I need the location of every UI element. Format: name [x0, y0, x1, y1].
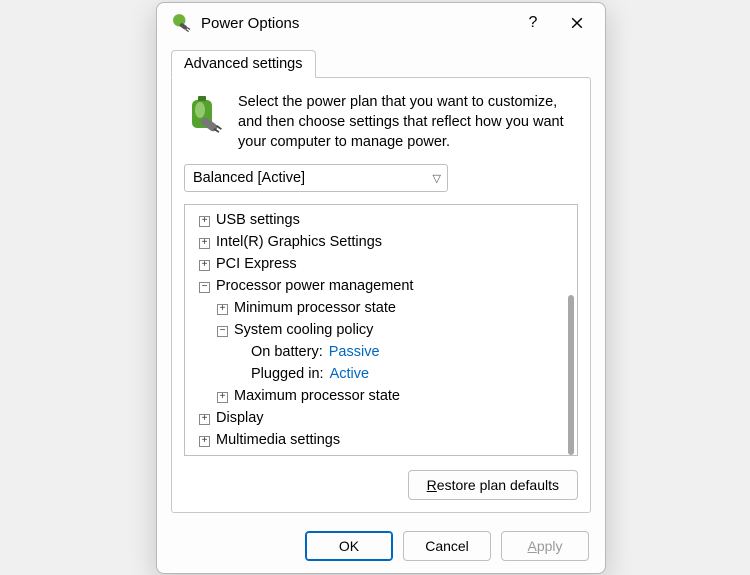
restore-plan-defaults-button[interactable]: Restore plan defaults [408, 470, 578, 500]
tree-node-usb[interactable]: + USB settings [189, 209, 575, 231]
settings-tree-container: + USB settings + Intel(R) Graphics Setting… [184, 204, 578, 456]
tab-panel: Select the power plan that you want to c… [171, 77, 591, 513]
close-button[interactable] [555, 7, 599, 39]
tree-label: System cooling policy [234, 322, 373, 338]
cancel-label: Cancel [425, 538, 469, 554]
collapse-icon[interactable]: − [217, 326, 228, 337]
expand-icon[interactable]: + [217, 392, 228, 403]
tree-node-max-processor-state[interactable]: + Maximum processor state [189, 385, 575, 407]
setting-key: On battery: [251, 344, 323, 360]
expand-icon[interactable]: + [199, 216, 210, 227]
power-plug-icon [171, 12, 193, 34]
tree-label: USB settings [216, 212, 300, 228]
cancel-button[interactable]: Cancel [403, 531, 491, 561]
power-plan-select[interactable]: Balanced [Active] ▽ [184, 164, 448, 192]
settings-tree[interactable]: + USB settings + Intel(R) Graphics Setting… [185, 205, 577, 455]
client-area: Advanced settings Select the power plan … [157, 43, 605, 523]
tree-label: Multimedia settings [216, 432, 340, 448]
tree-leaf-cooling-on-battery[interactable]: On battery: Passive [189, 341, 575, 363]
expand-icon[interactable]: + [199, 414, 210, 425]
tree-node-processor-power[interactable]: −Processor power management [189, 275, 575, 297]
restore-label-rest: estore plan defaults [437, 477, 559, 493]
intro-block: Select the power plan that you want to c… [184, 92, 578, 152]
tree-label: Battery [216, 454, 262, 455]
tree-leaf-cooling-plugged-in[interactable]: Plugged in: Active [189, 363, 575, 385]
tree-node-system-cooling-policy[interactable]: −System cooling policy [189, 319, 575, 341]
dialog-footer: OK Cancel Apply [157, 523, 605, 573]
tab-advanced-label: Advanced settings [184, 56, 303, 72]
close-icon [571, 17, 583, 29]
tree-label: Maximum processor state [234, 388, 400, 404]
tree-node-multimedia[interactable]: + Multimedia settings [189, 429, 575, 451]
defaults-row: Restore plan defaults [184, 468, 578, 500]
tree-node-pci-express[interactable]: + PCI Express [189, 253, 575, 275]
expand-icon[interactable]: + [217, 304, 228, 315]
tree-node-min-processor-state[interactable]: + Minimum processor state [189, 297, 575, 319]
collapse-icon[interactable]: − [199, 282, 210, 293]
chevron-down-icon: ▽ [433, 172, 441, 185]
setting-value-on-battery[interactable]: Passive [329, 344, 380, 360]
intro-text: Select the power plan that you want to c… [238, 92, 576, 152]
tab-advanced-settings[interactable]: Advanced settings [171, 50, 316, 78]
battery-plug-icon [186, 94, 226, 134]
power-plan-selected: Balanced [Active] [193, 170, 305, 186]
ok-label: OK [339, 538, 359, 554]
tree-label: Minimum processor state [234, 300, 396, 316]
expand-icon[interactable]: + [199, 260, 210, 271]
tab-strip: Advanced settings [171, 47, 591, 77]
help-button[interactable]: ? [511, 7, 555, 39]
setting-key: Plugged in: [251, 366, 324, 382]
tree-label: PCI Express [216, 256, 297, 272]
setting-value-plugged-in[interactable]: Active [330, 366, 370, 382]
tree-label: Intel(R) Graphics Settings [216, 234, 382, 250]
tree-node-battery[interactable]: +Battery [189, 451, 575, 455]
expand-icon[interactable]: + [199, 436, 210, 447]
tree-node-intel-graphics[interactable]: + Intel(R) Graphics Settings [189, 231, 575, 253]
tree-node-display[interactable]: + Display [189, 407, 575, 429]
tree-label: Display [216, 410, 264, 426]
window-title: Power Options [201, 15, 511, 32]
titlebar: Power Options ? [157, 3, 605, 43]
ok-button[interactable]: OK [305, 531, 393, 561]
expand-icon[interactable]: + [199, 238, 210, 249]
apply-button[interactable]: Apply [501, 531, 589, 561]
tree-label: Processor power management [216, 278, 413, 294]
scrollbar-thumb[interactable] [568, 295, 574, 455]
power-options-dialog: Power Options ? Advanced settings [156, 2, 606, 574]
